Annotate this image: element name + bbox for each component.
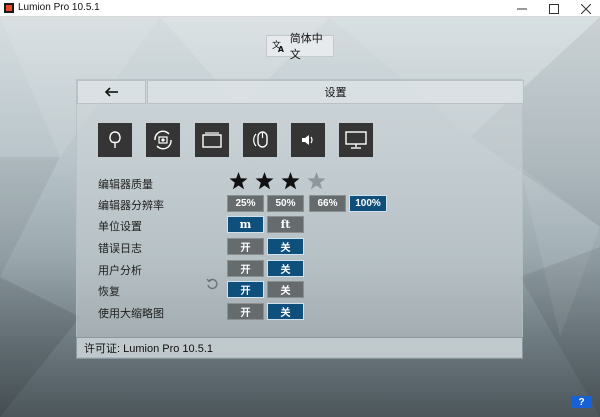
label-restore: 恢复 [98, 286, 120, 298]
reset-icon[interactable] [206, 278, 218, 290]
label-editor-resolution: 编辑器分辨率 [98, 200, 164, 212]
maximize-icon[interactable] [540, 0, 568, 17]
resolution-option-50[interactable]: 50% [267, 195, 304, 212]
language-button[interactable]: 文 A 简体中文 [266, 33, 334, 61]
star-icon[interactable] [229, 172, 248, 190]
svg-text:A: A [278, 45, 285, 53]
mouse-icon [253, 131, 268, 148]
back-button[interactable] [77, 80, 146, 104]
language-label: 简体中文 [289, 33, 323, 61]
restore-on-button[interactable]: 开 [227, 281, 264, 298]
camera-rotate-icon [154, 130, 172, 150]
unit-option-m[interactable]: m [227, 216, 264, 233]
page-title: 设置 [324, 87, 347, 99]
label-error-log: 错误日志 [98, 243, 142, 255]
unit-option-ft[interactable]: ft [267, 216, 304, 233]
app-stage: 文 A 简体中文 设置 编辑器质量 编辑器分辨率 25% 50% 66% 100… [0, 17, 600, 417]
label-user-analytics: 用户分析 [98, 265, 142, 277]
tab-monitor[interactable] [339, 123, 373, 157]
monitor-icon [345, 131, 367, 149]
speaker-icon [302, 135, 313, 145]
window-titlebar: Lumion Pro 10.5.1 [0, 0, 600, 17]
editor-quality-rating[interactable] [229, 172, 326, 190]
minimize-icon[interactable] [508, 0, 536, 17]
label-editor-quality: 编辑器质量 [98, 179, 153, 191]
resolution-option-25[interactable]: 25% [227, 195, 264, 212]
error-log-off-button[interactable]: 关 [267, 238, 304, 255]
label-units: 单位设置 [98, 221, 142, 233]
resolution-option-100[interactable]: 100% [349, 195, 387, 212]
tab-editor-quality[interactable] [98, 123, 132, 157]
arrow-left-icon [104, 87, 118, 97]
star-icon[interactable] [255, 172, 274, 190]
tab-camera[interactable] [146, 123, 180, 157]
window-icon [202, 132, 222, 148]
translate-icon: 文 A [272, 39, 285, 53]
star-icon[interactable] [281, 172, 300, 190]
resolution-option-66[interactable]: 66% [309, 195, 346, 212]
error-log-on-button[interactable]: 开 [227, 238, 264, 255]
large-thumbnails-on-button[interactable]: 开 [227, 303, 264, 320]
panel-header: 设置 [77, 80, 524, 104]
star-icon[interactable] [307, 172, 326, 190]
settings-panel: 设置 编辑器质量 编辑器分辨率 25% 50% 66% 100% 单位设置 m … [76, 79, 524, 357]
license-bar: 许可证: Lumion Pro 10.5.1 [76, 337, 523, 359]
help-button[interactable]: ? [571, 396, 592, 408]
tab-sound[interactable] [291, 123, 325, 157]
large-thumbnails-off-button[interactable]: 关 [267, 303, 304, 320]
tab-display[interactable] [195, 123, 229, 157]
app-icon [4, 3, 14, 13]
panel-title-box: 设置 [147, 80, 524, 104]
close-icon[interactable] [572, 0, 600, 17]
tab-mouse[interactable] [243, 123, 277, 157]
license-text: 许可证: Lumion Pro 10.5.1 [84, 343, 214, 355]
user-analytics-off-button[interactable]: 关 [267, 260, 304, 277]
user-analytics-on-button[interactable]: 开 [227, 260, 264, 277]
label-large-thumbnails: 使用大缩略图 [98, 308, 164, 320]
window-title: Lumion Pro 10.5.1 [18, 2, 100, 13]
tree-icon [109, 131, 121, 148]
restore-off-button[interactable]: 关 [267, 281, 304, 298]
